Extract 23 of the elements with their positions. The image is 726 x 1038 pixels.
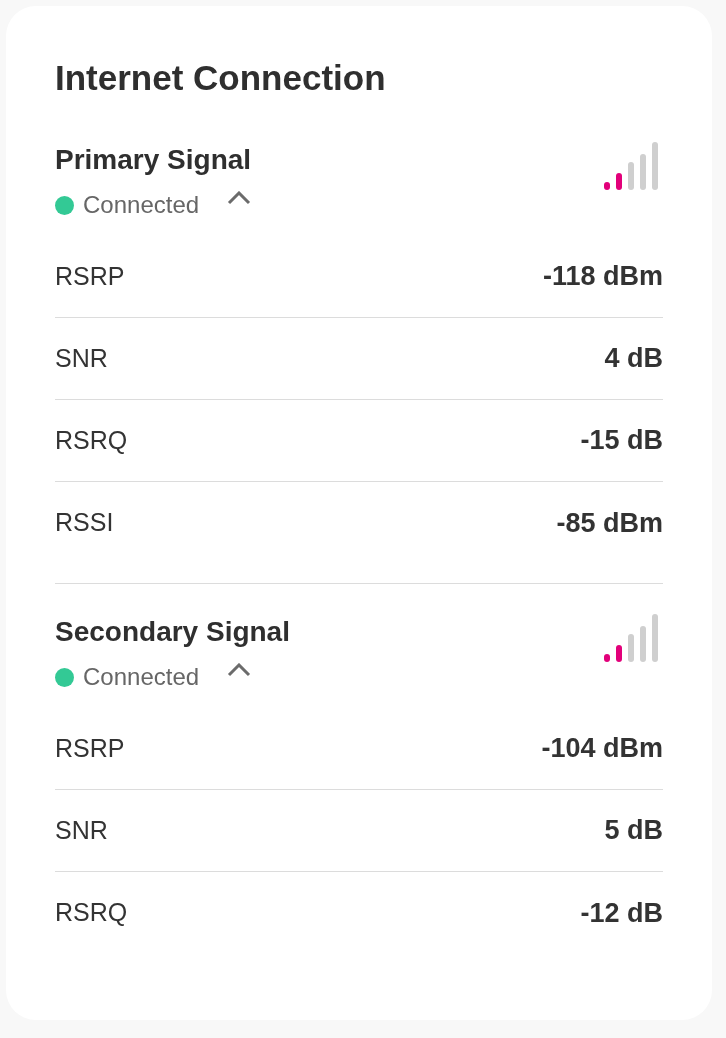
section-title: Primary Signal	[55, 145, 252, 175]
metric-value: -104 dBm	[541, 732, 663, 766]
metric-label: RSSI	[55, 507, 114, 539]
signal-bars-icon	[604, 614, 658, 662]
card-title: Internet Connection	[55, 58, 386, 98]
metric-label: RSRP	[55, 732, 125, 764]
metric-label: RSRP	[55, 260, 125, 292]
metric-value: -118 dBm	[542, 260, 663, 294]
metric-label: SNR	[55, 814, 108, 846]
status-text: Connected	[83, 662, 200, 692]
metric-value: 4 dB	[604, 342, 663, 376]
metric-value: -15 dB	[580, 424, 663, 458]
metric-label: SNR	[55, 342, 108, 374]
chevron-up-icon[interactable]	[227, 191, 252, 205]
metric-value: 5 dB	[604, 814, 663, 848]
signal-bars-icon	[604, 142, 658, 190]
metric-label: RSRQ	[55, 424, 128, 456]
chevron-up-icon[interactable]	[227, 663, 252, 677]
status-text: Connected	[83, 190, 200, 220]
section-title: Secondary Signal	[55, 617, 290, 647]
metric-value: -85 dBm	[556, 506, 663, 540]
metric-label: RSRQ	[55, 897, 128, 929]
metric-value: -12 dB	[580, 896, 663, 930]
